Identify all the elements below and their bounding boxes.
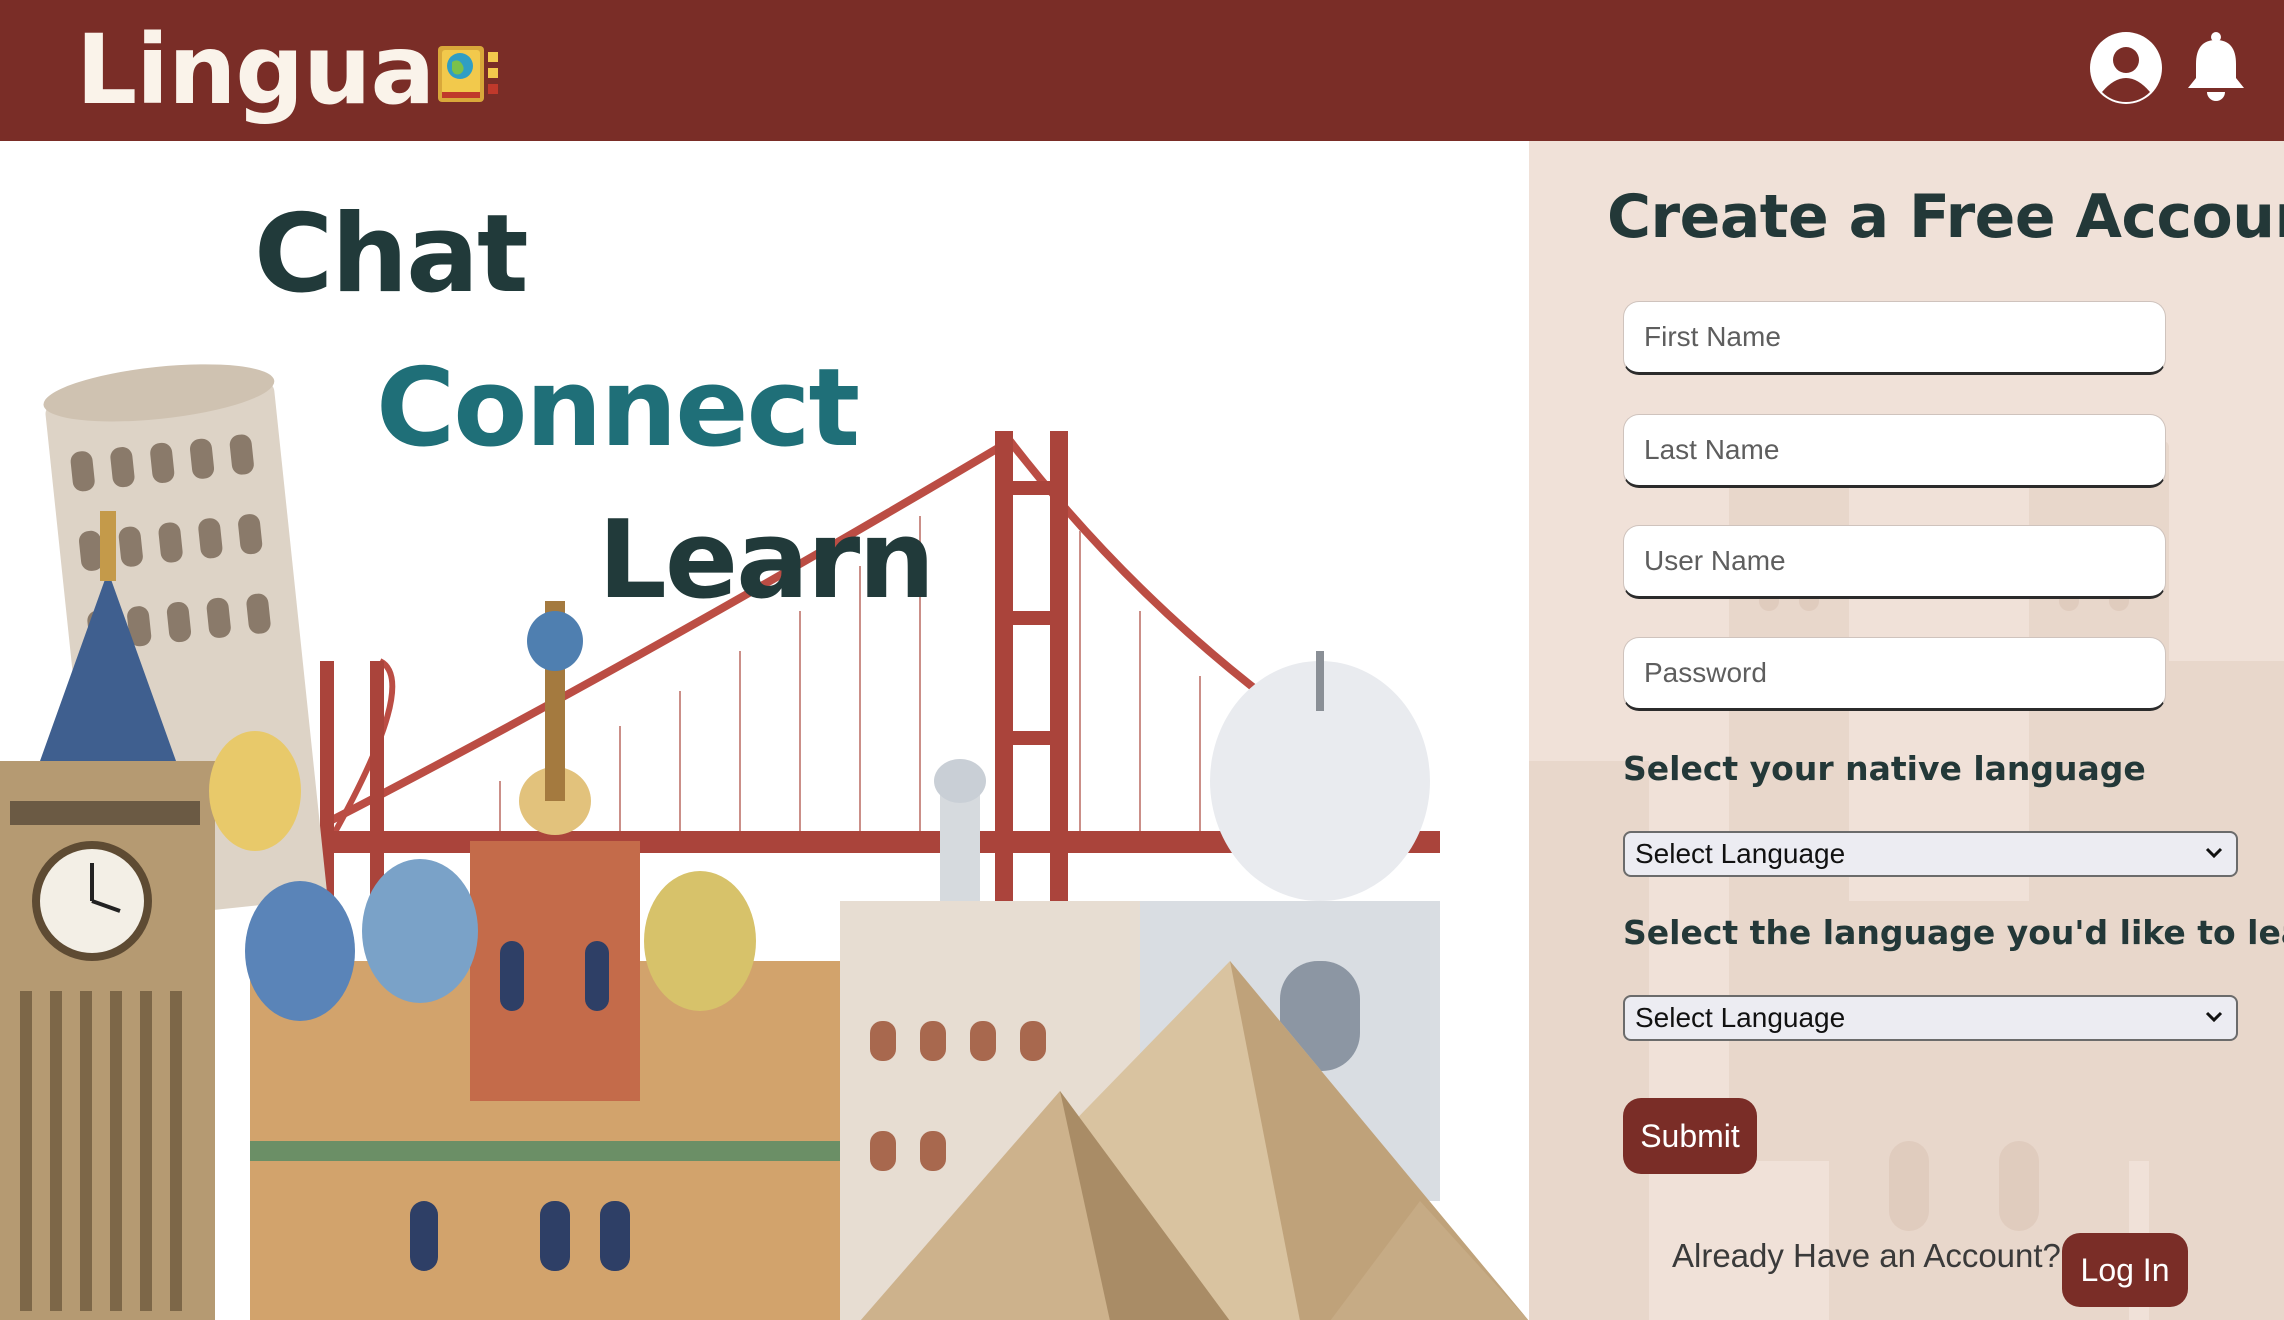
last-name-input[interactable]: [1623, 414, 2166, 488]
submit-button[interactable]: Submit: [1623, 1098, 1757, 1174]
signup-title: Create a Free Account: [1607, 182, 2284, 252]
user-circle-icon[interactable]: [2088, 30, 2164, 106]
hero-section: Chat Connect Learn: [0, 141, 1529, 1320]
tagline-learn: Learn: [598, 498, 935, 623]
native-language-selected: Select Language: [1635, 838, 1846, 869]
learn-language-label: Select the language you'd like to learn: [1623, 913, 2284, 952]
native-language-label: Select your native language: [1623, 749, 2146, 788]
brand-name[interactable]: Lingua: [76, 14, 435, 126]
top-navbar: Lingua: [0, 0, 2284, 141]
first-name-input[interactable]: [1623, 301, 2166, 375]
login-button[interactable]: Log In: [2062, 1233, 2188, 1307]
password-input[interactable]: [1623, 637, 2166, 711]
learn-language-select[interactable]: Select Language: [1623, 995, 2238, 1041]
chevron-down-icon: [2205, 847, 2223, 859]
tagline-connect: Connect: [376, 346, 860, 471]
native-language-select[interactable]: Select Language: [1623, 831, 2238, 877]
book-globe-icon: [438, 46, 498, 102]
login-prompt: Already Have an Account?: [1672, 1237, 2061, 1274]
learn-language-selected: Select Language: [1635, 1002, 1846, 1033]
world-landmarks-illustration: [0, 364, 1529, 1320]
tagline-chat: Chat: [254, 192, 529, 317]
chevron-down-icon: [2205, 1011, 2223, 1023]
bell-icon[interactable]: [2186, 30, 2246, 104]
signup-panel: Create a Free Account Select your native…: [1529, 141, 2284, 1320]
username-input[interactable]: [1623, 525, 2166, 599]
